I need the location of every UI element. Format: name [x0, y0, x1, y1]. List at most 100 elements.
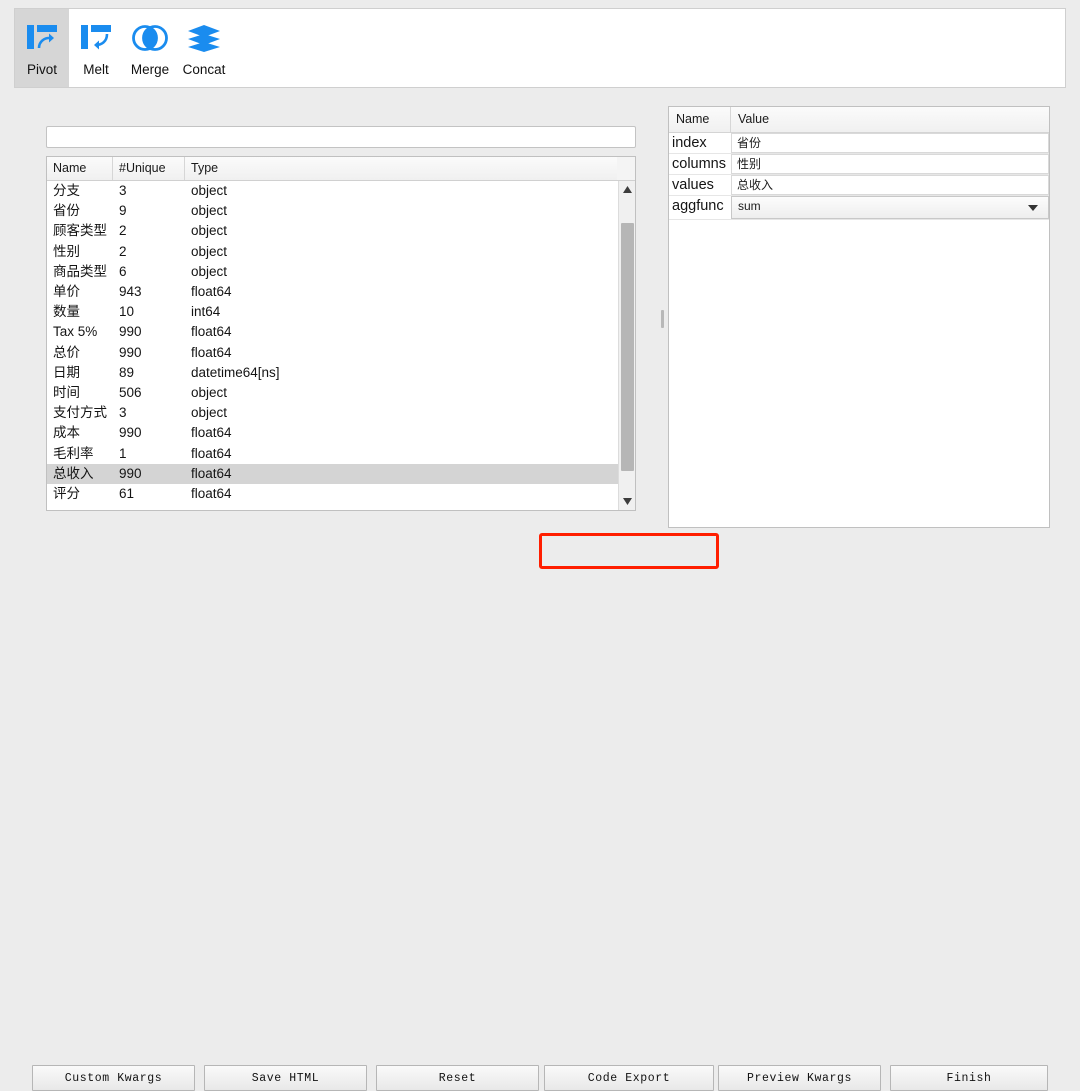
aggfunc-combobox[interactable]: sum [731, 196, 1049, 219]
ribbon-item-label: Pivot [27, 62, 57, 78]
table-row[interactable]: 单价943float64 [47, 282, 635, 302]
cell-type: object [185, 221, 617, 241]
cell-unique: 990 [113, 464, 185, 484]
ribbon-item-label: Merge [131, 62, 169, 78]
table-row[interactable]: 性别2object [47, 242, 635, 262]
ribbon-item-merge[interactable]: Merge [123, 9, 177, 87]
cell-unique: 61 [113, 484, 185, 504]
column-header-name[interactable]: Name [47, 157, 113, 180]
button-label: Code Export [588, 1072, 671, 1085]
cell-name: 总价 [47, 343, 113, 363]
cell-type: object [185, 181, 617, 201]
props-header: Name Value [669, 107, 1049, 133]
cell-type: float64 [185, 423, 617, 443]
scroll-up-arrow-icon[interactable] [619, 181, 636, 198]
cell-name: 顾客类型 [47, 221, 113, 241]
reset-button[interactable]: Reset [376, 1065, 539, 1091]
aggfunc-selected-value: sum [738, 199, 761, 213]
cell-name: 性别 [47, 242, 113, 262]
fields-table-header: Name #Unique Type [47, 157, 635, 181]
property-row: index省份 [669, 133, 1049, 154]
merge-icon [130, 18, 170, 58]
custom-kwargs-button[interactable]: Custom Kwargs [32, 1065, 195, 1091]
props-column-header-value[interactable]: Value [731, 107, 1049, 132]
scroll-down-arrow-icon[interactable] [619, 493, 636, 510]
ribbon-item-pivot[interactable]: Pivot [15, 9, 69, 87]
cell-unique: 506 [113, 383, 185, 403]
table-row[interactable]: 顾客类型2object [47, 221, 635, 241]
cell-name: 省份 [47, 201, 113, 221]
bottom-button-bar: Custom KwargsSave HTMLResetCode ExportPr… [0, 527, 1080, 579]
property-value-values[interactable]: 总收入 [731, 175, 1049, 195]
cell-type: float64 [185, 484, 617, 504]
cell-unique: 990 [113, 423, 185, 443]
table-row[interactable]: 总价990float64 [47, 343, 635, 363]
chevron-down-icon[interactable] [1028, 205, 1038, 211]
cell-unique: 89 [113, 363, 185, 383]
cell-unique: 990 [113, 343, 185, 363]
props-column-header-name[interactable]: Name [669, 107, 731, 132]
cell-type: float64 [185, 282, 617, 302]
cell-name: 成本 [47, 423, 113, 443]
property-row: columns性别 [669, 154, 1049, 175]
cell-name: 总收入 [47, 464, 113, 484]
property-name-aggfunc: aggfunc [669, 196, 731, 219]
cell-unique: 10 [113, 302, 185, 322]
property-value-columns[interactable]: 性别 [731, 154, 1049, 174]
cell-name: Tax 5% [47, 322, 113, 342]
button-label: Custom Kwargs [65, 1072, 163, 1085]
concat-icon [185, 18, 223, 58]
cell-unique: 2 [113, 242, 185, 262]
save-html-button[interactable]: Save HTML [204, 1065, 367, 1091]
cell-unique: 1 [113, 444, 185, 464]
cell-name: 商品类型 [47, 262, 113, 282]
cell-name: 毛利率 [47, 444, 113, 464]
field-filter-input[interactable] [46, 126, 636, 148]
table-row[interactable]: 省份9object [47, 201, 635, 221]
table-row[interactable]: 总收入990float64 [47, 464, 635, 484]
table-row[interactable]: 成本990float64 [47, 423, 635, 443]
table-row[interactable]: 支付方式3object [47, 403, 635, 423]
cell-name: 评分 [47, 484, 113, 504]
cell-name: 分支 [47, 181, 113, 201]
cell-name: 时间 [47, 383, 113, 403]
cell-type: object [185, 383, 617, 403]
fields-table[interactable]: Name #Unique Type 分支3object省份9object顾客类型… [46, 156, 636, 511]
panel-splitter[interactable] [655, 108, 669, 528]
table-row[interactable]: 日期89datetime64[ns] [47, 363, 635, 383]
cell-unique: 3 [113, 181, 185, 201]
cell-name: 日期 [47, 363, 113, 383]
cell-unique: 6 [113, 262, 185, 282]
table-row[interactable]: 分支3object [47, 181, 635, 201]
ribbon-item-label: Melt [83, 62, 109, 78]
ribbon-item-concat[interactable]: Concat [177, 9, 231, 87]
cell-type: datetime64[ns] [185, 363, 617, 383]
scrollbar-thumb[interactable] [621, 223, 634, 471]
ribbon-item-label: Concat [183, 62, 226, 78]
props-body: index省份columns性别values总收入aggfunc sum [669, 133, 1049, 220]
table-row[interactable]: 商品类型6object [47, 262, 635, 282]
table-row[interactable]: Tax 5%990float64 [47, 322, 635, 342]
splitter-grip-icon [661, 310, 664, 328]
kwargs-properties-panel: Name Value index省份columns性别values总收入aggf… [668, 106, 1050, 528]
table-row[interactable]: 毛利率1float64 [47, 443, 635, 463]
cell-type: object [185, 242, 617, 262]
cell-type: object [185, 262, 617, 282]
cell-type: object [185, 201, 617, 221]
cell-name: 支付方式 [47, 403, 113, 423]
finish-button[interactable]: Finish [890, 1065, 1048, 1091]
ribbon-item-melt[interactable]: Melt [69, 9, 123, 87]
code-export-button[interactable]: Code Export [544, 1065, 714, 1091]
table-row[interactable]: 时间506object [47, 383, 635, 403]
column-header-unique[interactable]: #Unique [113, 157, 185, 180]
cell-type: float64 [185, 444, 617, 464]
preview-kwargs-button[interactable]: Preview Kwargs [718, 1065, 881, 1091]
property-value-index[interactable]: 省份 [731, 133, 1049, 153]
table-row[interactable]: 评分61float64 [47, 484, 635, 504]
property-name-values: values [669, 175, 731, 195]
fields-table-scrollbar[interactable] [618, 181, 635, 510]
table-row[interactable]: 数量10int64 [47, 302, 635, 322]
column-header-type[interactable]: Type [185, 157, 617, 180]
cell-type: int64 [185, 302, 617, 322]
cell-unique: 3 [113, 403, 185, 423]
